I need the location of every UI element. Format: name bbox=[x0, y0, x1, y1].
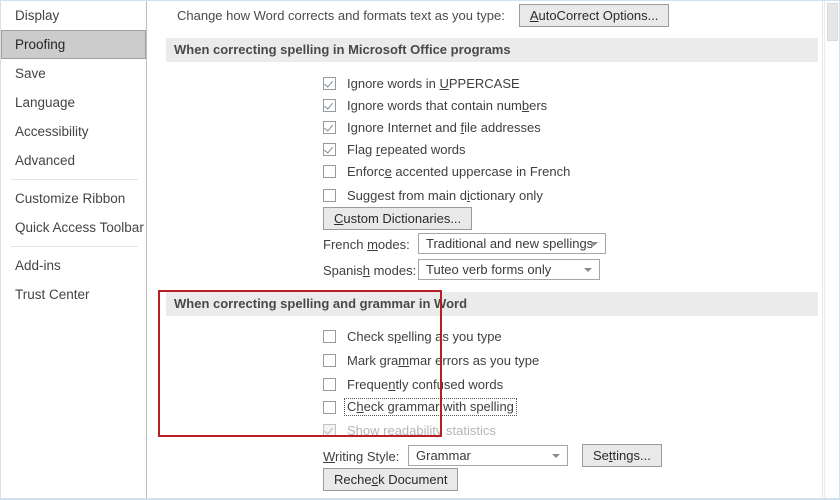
sidebar-item-trust-center[interactable]: Trust Center bbox=[1, 280, 146, 309]
chevron-down-icon-3 bbox=[552, 454, 560, 458]
autocorrect-options-button[interactable]: AutoCorrect Options... bbox=[518, 4, 670, 27]
section-header-word-label: When correcting spelling and grammar in … bbox=[174, 296, 468, 311]
checkbox-label-show-readability-statistics: Show readability statistics bbox=[347, 422, 496, 438]
sidebar-item-customize-ribbon[interactable]: Customize Ribbon bbox=[1, 184, 146, 213]
checkbox-row-frequently-confused-words[interactable]: Frequently confused words bbox=[323, 374, 503, 394]
checkbox-label-enforce-accented: Enforce accented uppercase in French bbox=[347, 163, 571, 179]
checkbox-suggest-main-dictionary[interactable] bbox=[323, 188, 336, 202]
checkbox-label-ignore-numbers: Ignore words that contain numbers bbox=[347, 97, 548, 113]
checkbox-row-ignore-numbers[interactable]: Ignore words that contain numbers bbox=[323, 95, 547, 115]
chevron-down-icon-2 bbox=[584, 268, 592, 272]
sidebar-item-label: Add-ins bbox=[15, 258, 61, 273]
writing-style-value: Grammar bbox=[416, 448, 471, 463]
sidebar-item-label: Accessibility bbox=[15, 124, 89, 139]
options-sidebar: Display Proofing Save Language Accessibility… bbox=[1, 1, 147, 499]
checkbox-row-ignore-uppercase[interactable]: Ignore words in UPPERCASE bbox=[323, 73, 520, 93]
scrollbar-thumb[interactable] bbox=[827, 3, 838, 41]
sidebar-item-label: Language bbox=[15, 95, 76, 110]
proofing-pane: Change how Word corrects and formats tex… bbox=[148, 1, 839, 499]
sidebar-item-advanced[interactable]: Advanced bbox=[1, 146, 146, 175]
french-modes-dropdown[interactable]: Traditional and new spellings bbox=[418, 233, 606, 254]
sidebar-item-label: Quick Access Toolbar bbox=[15, 220, 144, 235]
sidebar-item-accessibility[interactable]: Accessibility bbox=[1, 117, 146, 146]
spanish-modes-label: Spanish modes: bbox=[323, 263, 417, 278]
sidebar-item-add-ins[interactable]: Add-ins bbox=[1, 251, 146, 280]
sidebar-item-language[interactable]: Language bbox=[1, 88, 146, 117]
checkbox-label-check-spelling-as-you-type: Check spelling as you type bbox=[347, 328, 502, 344]
sidebar-item-label: Customize Ribbon bbox=[15, 191, 126, 206]
sidebar-item-label: Advanced bbox=[15, 153, 76, 168]
checkbox-show-readability-statistics bbox=[323, 423, 336, 437]
section-header-office: When correcting spelling in Microsoft Of… bbox=[166, 38, 818, 62]
sidebar-item-label: Save bbox=[15, 66, 46, 81]
section-header-office-label: When correcting spelling in Microsoft Of… bbox=[174, 42, 511, 57]
checkbox-row-check-spelling-as-you-type[interactable]: Check spelling as you type bbox=[323, 326, 502, 346]
autocorrect-options-label: AutoCorrect Options... bbox=[529, 8, 659, 23]
checkbox-label-ignore-uppercase: Ignore words in UPPERCASE bbox=[347, 75, 520, 91]
checkbox-ignore-internet[interactable] bbox=[323, 120, 336, 134]
checkbox-enforce-accented[interactable] bbox=[323, 164, 336, 178]
checkbox-row-ignore-internet[interactable]: Ignore Internet and file addresses bbox=[323, 117, 541, 137]
autocorrect-row: Change how Word corrects and formats tex… bbox=[177, 4, 670, 27]
french-modes-value: Traditional and new spellings bbox=[426, 236, 594, 251]
sidebar-separator bbox=[11, 179, 138, 180]
word-options-dialog: Display Proofing Save Language Accessibility… bbox=[0, 0, 840, 500]
writing-style-label: Writing Style: bbox=[323, 449, 400, 464]
window-bottom-edge bbox=[1, 498, 839, 499]
french-modes-label: French modes: bbox=[323, 237, 410, 252]
sidebar-item-proofing[interactable]: Proofing bbox=[1, 30, 146, 59]
checkbox-label-check-grammar-with-spelling: Check grammar with spelling bbox=[344, 398, 517, 416]
checkbox-check-grammar-with-spelling[interactable] bbox=[323, 400, 336, 414]
custom-dictionaries-label: Custom Dictionaries... bbox=[334, 211, 462, 226]
sidebar-item-save[interactable]: Save bbox=[1, 59, 146, 88]
checkbox-frequently-confused-words[interactable] bbox=[323, 377, 336, 391]
sidebar-item-quick-access-toolbar[interactable]: Quick Access Toolbar bbox=[1, 213, 146, 242]
chevron-down-icon bbox=[590, 242, 598, 246]
pane-right-edge bbox=[822, 1, 823, 499]
checkbox-row-mark-grammar-errors[interactable]: Mark grammar errors as you type bbox=[323, 350, 539, 370]
checkbox-row-flag-repeated[interactable]: Flag repeated words bbox=[323, 139, 466, 159]
checkbox-label-frequently-confused-words: Frequently confused words bbox=[347, 376, 504, 392]
checkbox-row-suggest-main-dictionary[interactable]: Suggest from main dictionary only bbox=[323, 185, 543, 205]
recheck-document-label: Recheck Document bbox=[334, 472, 448, 487]
checkbox-row-check-grammar-with-spelling[interactable]: Check grammar with spelling bbox=[323, 397, 517, 417]
checkbox-row-show-readability-statistics: Show readability statistics bbox=[323, 420, 496, 440]
sidebar-item-label: Display bbox=[15, 8, 60, 23]
recheck-document-button[interactable]: Recheck Document bbox=[323, 468, 459, 491]
checkbox-check-spelling-as-you-type[interactable] bbox=[323, 329, 336, 343]
checkbox-label-ignore-internet: Ignore Internet and file addresses bbox=[347, 119, 541, 135]
sidebar-separator bbox=[11, 246, 138, 247]
checkbox-label-suggest-main-dictionary: Suggest from main dictionary only bbox=[347, 187, 543, 203]
sidebar-item-label: Trust Center bbox=[15, 287, 90, 302]
checkbox-ignore-numbers[interactable] bbox=[323, 98, 336, 112]
writing-style-dropdown[interactable]: Grammar bbox=[408, 445, 568, 466]
custom-dictionaries-button[interactable]: Custom Dictionaries... bbox=[323, 207, 473, 230]
section-header-word: When correcting spelling and grammar in … bbox=[166, 292, 818, 316]
autocorrect-description: Change how Word corrects and formats tex… bbox=[177, 8, 505, 23]
checkbox-row-enforce-accented[interactable]: Enforce accented uppercase in French bbox=[323, 161, 570, 181]
spanish-modes-value: Tuteo verb forms only bbox=[426, 262, 552, 277]
sidebar-item-label: Proofing bbox=[15, 37, 66, 52]
checkbox-ignore-uppercase[interactable] bbox=[323, 76, 336, 90]
spanish-modes-dropdown[interactable]: Tuteo verb forms only bbox=[418, 259, 600, 280]
checkbox-label-flag-repeated: Flag repeated words bbox=[347, 141, 466, 157]
checkbox-mark-grammar-errors[interactable] bbox=[323, 353, 336, 367]
checkbox-label-mark-grammar-errors: Mark grammar errors as you type bbox=[347, 352, 540, 368]
sidebar-item-display[interactable]: Display bbox=[1, 1, 146, 30]
vertical-scrollbar[interactable] bbox=[824, 1, 839, 499]
settings-button[interactable]: Settings... bbox=[582, 444, 662, 467]
checkbox-flag-repeated[interactable] bbox=[323, 142, 336, 156]
settings-label: Settings... bbox=[593, 448, 651, 463]
